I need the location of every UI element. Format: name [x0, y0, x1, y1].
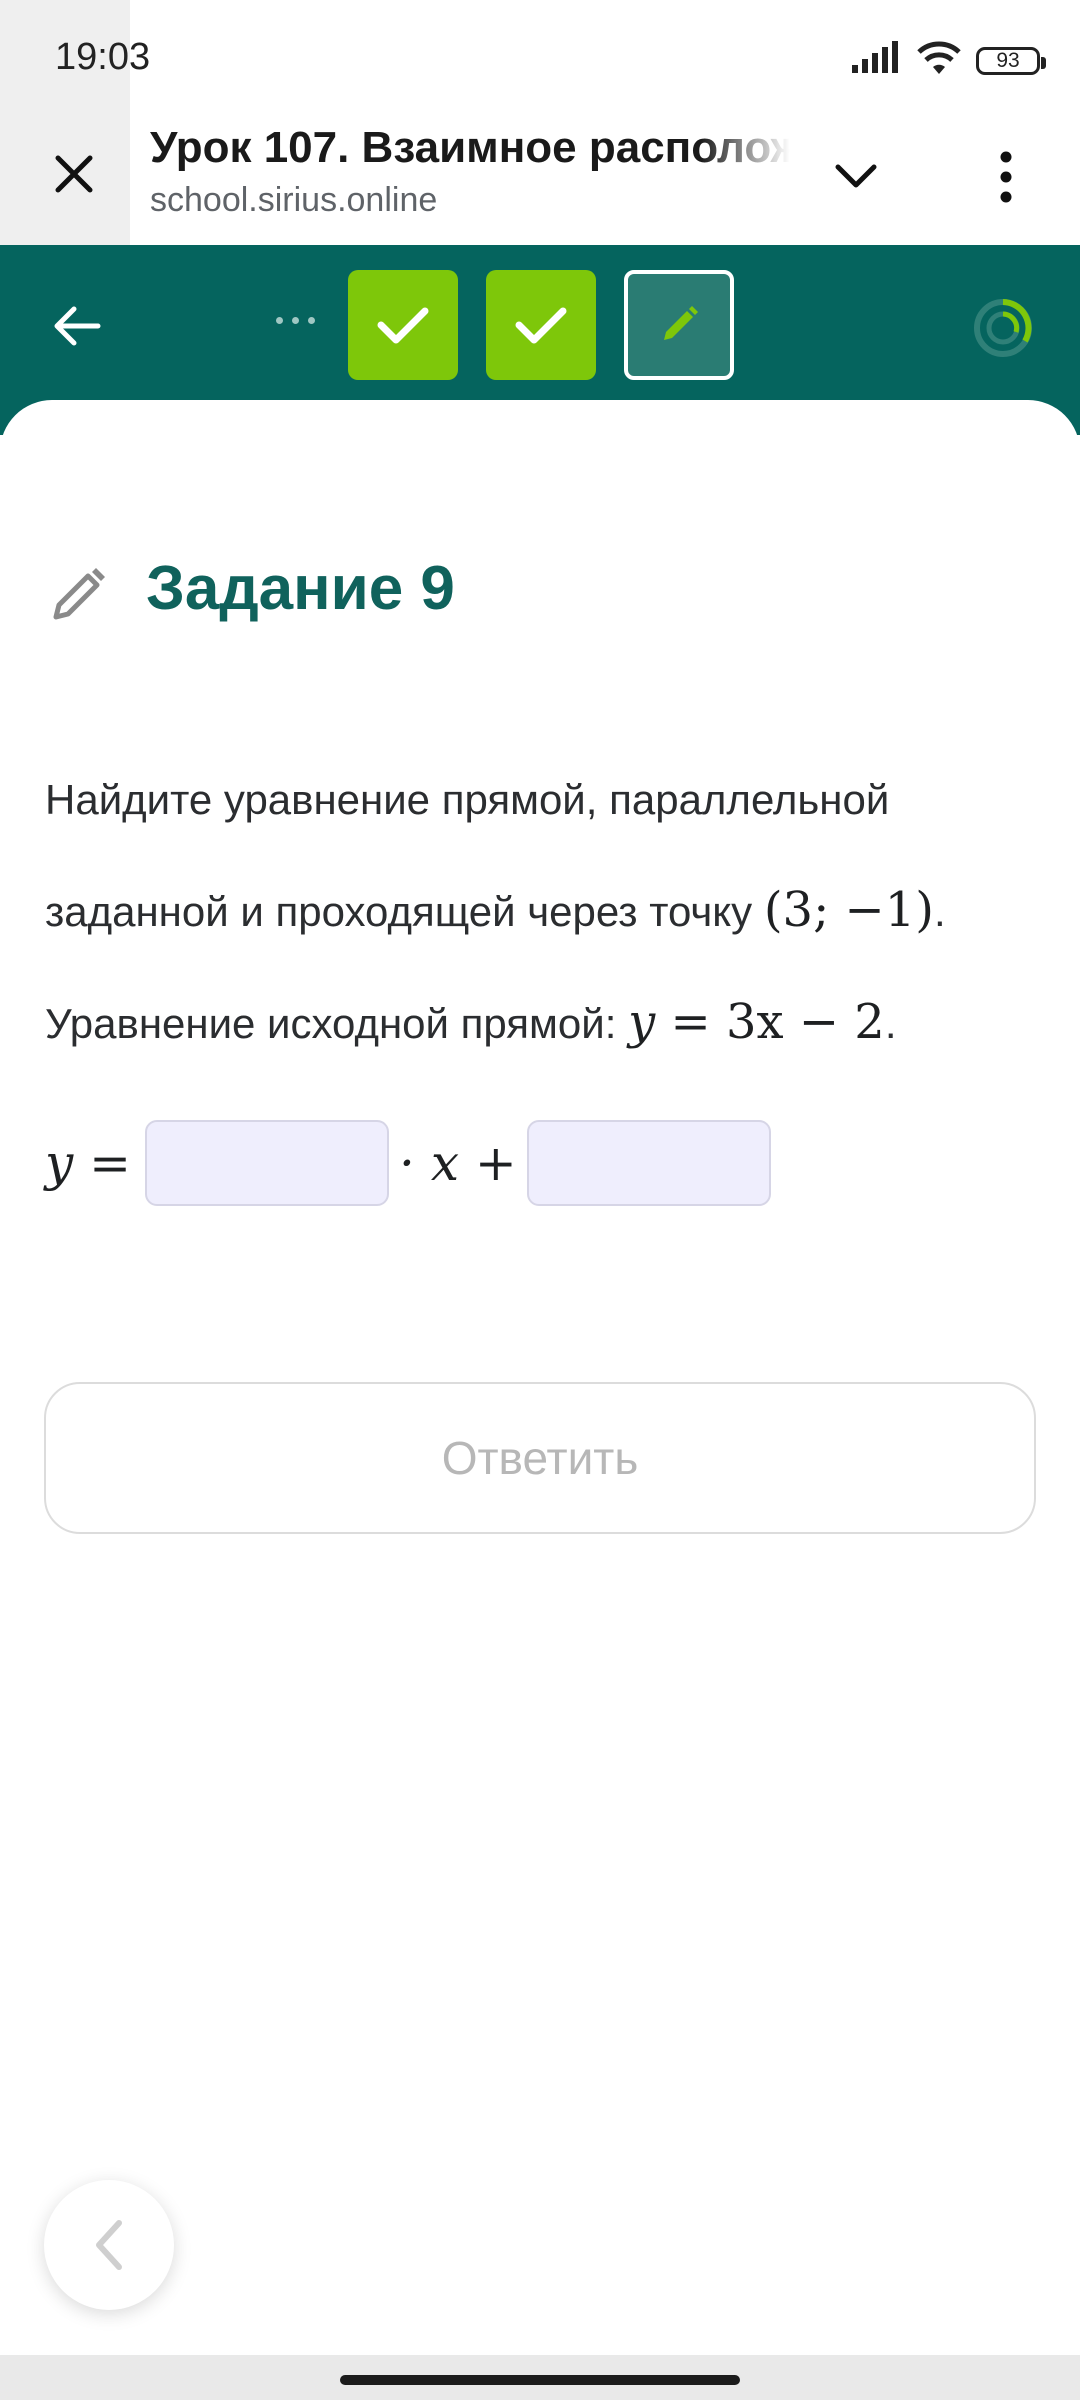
chevron-left-icon [96, 2220, 122, 2270]
problem-text: заданной и проходящей через точку [45, 888, 753, 935]
answer-lhs: y = [45, 1134, 132, 1192]
pencil-icon [664, 306, 698, 340]
close-icon [55, 155, 93, 193]
more-tasks-icon[interactable] [276, 317, 315, 324]
given-equation: y = 3x − 2 [628, 994, 885, 1050]
problem-punct: . [884, 1000, 897, 1047]
pencil-icon [48, 565, 108, 625]
progress-ring-icon[interactable] [970, 295, 1036, 361]
task-tile-current[interactable] [624, 270, 734, 380]
problem-text: Уравнение исходной прямой: [45, 1000, 617, 1047]
signal-icon [850, 41, 902, 80]
task-card: Задание 9 Найдите уравнение прямой, пара… [0, 400, 1080, 2355]
task-title: Задание 9 [146, 554, 455, 623]
problem-line: Уравнение исходной прямой: y = 3x − 2. [45, 967, 1045, 1079]
check-icon [515, 307, 567, 344]
page-url: school.sirius.online [150, 181, 438, 219]
status-icons: 93 [850, 40, 1046, 81]
more-options-button[interactable] [976, 142, 1036, 212]
page-title: Урок 107. Взаимное располож [150, 123, 790, 172]
task-tile-done[interactable] [348, 270, 458, 380]
submit-button[interactable]: Ответить [44, 1382, 1036, 1534]
wifi-icon [916, 40, 962, 81]
previous-button[interactable] [44, 2180, 174, 2310]
problem-statement: Найдите уравнение прямой, параллельной з… [45, 745, 1045, 1079]
slope-input[interactable] [145, 1120, 390, 1206]
close-button[interactable] [44, 144, 104, 204]
arrow-left-icon [54, 306, 101, 346]
status-time: 19:03 [55, 36, 151, 78]
answer-operator: · x + [399, 1134, 517, 1192]
task-header: Задание 9 [48, 554, 455, 625]
problem-line: Найдите уравнение прямой, параллельной [45, 776, 890, 823]
navigation-bar [0, 2355, 1080, 2400]
task-tile-done[interactable] [486, 270, 596, 380]
problem-punct: . [934, 888, 946, 935]
chevron-down-icon [835, 164, 877, 188]
home-indicator[interactable] [340, 2375, 740, 2385]
intercept-input[interactable] [526, 1120, 771, 1206]
browser-header: Урок 107. Взаимное располож school.siriu… [0, 120, 1080, 245]
status-bar: 19:03 93 [0, 0, 1080, 245]
problem-line: заданной и проходящей через точку (3; −1… [45, 855, 1045, 967]
back-button[interactable] [44, 293, 110, 359]
expand-button[interactable] [826, 146, 886, 206]
point-coordinates: (3; −1) [763, 882, 935, 938]
battery-icon: 93 [976, 46, 1046, 75]
answer-row: y = · x + [45, 1118, 771, 1208]
more-vert-icon [1000, 151, 1012, 203]
check-icon [377, 307, 429, 344]
